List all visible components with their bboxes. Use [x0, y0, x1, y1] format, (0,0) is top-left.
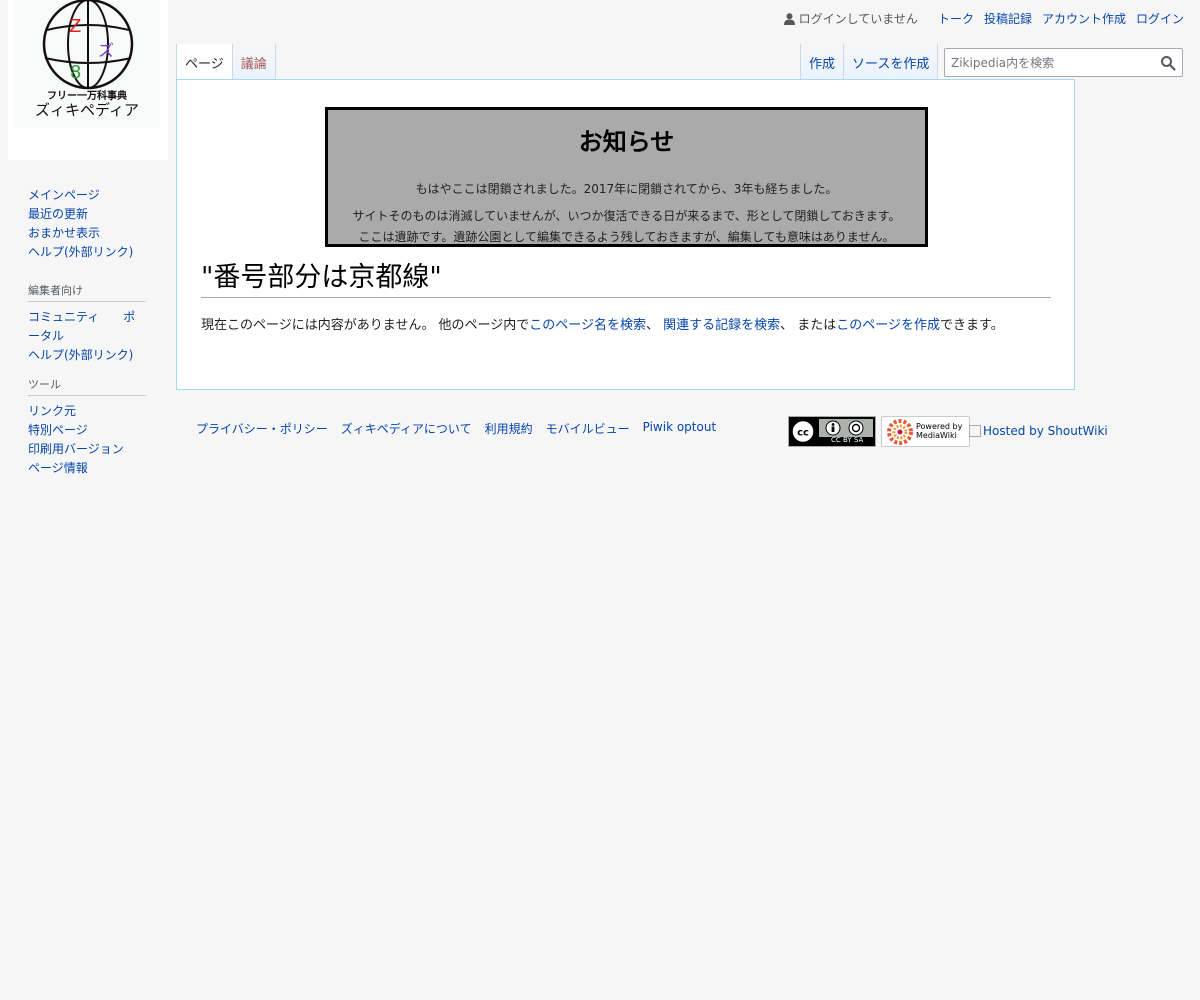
body-text-3: できます。: [940, 318, 1004, 333]
sidebar-item-what-links-here[interactable]: リンク元: [28, 404, 76, 418]
notice-line-1: もはやここは閉鎖されました。2017年に閉鎖されてから、3年も経ちました。: [415, 182, 838, 196]
tab-create-source-label[interactable]: ソースを作成: [852, 53, 929, 72]
user-icon: [783, 12, 795, 25]
hosted-by-shoutwiki[interactable]: Hosted by ShoutWiki: [969, 424, 1108, 438]
sidebar-navigation: メインページ 最近の更新 おまかせ表示 ヘルプ(外部リンク): [28, 186, 146, 262]
sidebar-item-page-info[interactable]: ページ情報: [28, 461, 88, 475]
sidebar-item-main-page[interactable]: メインページ: [28, 188, 100, 202]
sidebar-item-random[interactable]: おまかせ表示: [28, 226, 100, 240]
view-tabs: 作成 ソースを作成: [800, 44, 939, 80]
svg-text:cc: cc: [797, 428, 809, 439]
powered-by-mediawiki-badge[interactable]: Powered by MediaWiki: [881, 416, 970, 447]
anon-status: ログインしていません: [783, 10, 918, 27]
sidebar-item-help[interactable]: ヘルプ(外部リンク): [28, 245, 133, 259]
svg-text:ズ: ズ: [98, 41, 114, 60]
footer-mobile-link[interactable]: モバイルビュー: [546, 420, 630, 437]
search-logs-link[interactable]: 関連する記録を検索: [663, 318, 780, 333]
sidebar-editors: 編集者向け コミュニティ ポータル ヘルプ(外部リンク): [28, 282, 146, 365]
body-sep-1: 、: [645, 318, 664, 333]
search-input[interactable]: [945, 49, 1162, 76]
search-page-name-link[interactable]: このページ名を検索: [529, 318, 646, 333]
cc-by-sa-badge[interactable]: cc CC BY SA: [788, 416, 876, 447]
mediawiki-flower-icon: [887, 419, 913, 445]
sidebar-item-special-pages[interactable]: 特別ページ: [28, 423, 88, 437]
sidebar-item-community-portal[interactable]: コミュニティ ポータル: [28, 310, 135, 343]
svg-text:8: 8: [70, 62, 81, 83]
sidebar-heading-tools: ツール: [28, 376, 146, 396]
tab-talk[interactable]: 議論: [232, 44, 276, 80]
login-link[interactable]: ログイン: [1136, 10, 1184, 27]
tab-create-source[interactable]: ソースを作成: [844, 44, 939, 80]
hosted-by-shoutwiki-link[interactable]: Hosted by ShoutWiki: [983, 424, 1108, 438]
notice-box: お知らせ もはやここは閉鎖されました。2017年に閉鎖されてから、3年も経ちまし…: [325, 107, 928, 247]
footer-privacy-link[interactable]: プライバシー・ポリシー: [196, 420, 328, 437]
search-icon[interactable]: [1160, 55, 1176, 71]
tab-page[interactable]: ページ: [176, 44, 233, 80]
page-title: "番号部分は京都線": [201, 260, 1051, 298]
svg-text:Z: Z: [69, 16, 81, 37]
create-account-link[interactable]: アカウント作成: [1042, 10, 1126, 27]
notice-line-2: サイトそのものは消滅していませんが、いつか復活できる日が来るまで、形として閉鎖し…: [352, 209, 901, 223]
footer-terms-link[interactable]: 利用規約: [485, 420, 533, 437]
footer-about-link[interactable]: ズィキペディアについて: [341, 420, 472, 437]
contributions-link[interactable]: 投稿記録: [984, 10, 1032, 27]
broken-image-icon: [969, 425, 981, 437]
namespace-tabs: ページ 議論: [176, 44, 276, 80]
sidebar-item-help-external[interactable]: ヘルプ(外部リンク): [28, 348, 133, 362]
body-text-1: 現在このページには内容がありません。 他のページ内で: [201, 318, 530, 333]
notice-line-3: ここは遺跡です。遺跡公園として編集できるよう残しておきますが、編集しても意味はあ…: [358, 230, 895, 244]
talk-link[interactable]: トーク: [938, 10, 974, 27]
anon-label: ログインしていません: [798, 12, 918, 26]
page-body: 現在このページには内容がありません。 他のページ内でこのページ名を検索、 関連す…: [201, 315, 1051, 337]
cc-badge-label: CC BY SA: [831, 436, 864, 444]
tab-page-label: ページ: [185, 57, 224, 72]
sidebar-item-recent-changes[interactable]: 最近の更新: [28, 207, 88, 221]
notice-title: お知らせ: [578, 128, 675, 156]
tab-talk-label[interactable]: 議論: [241, 53, 267, 72]
main-content: お知らせ もはやここは閉鎖されました。2017年に閉鎖されてから、3年も経ちまし…: [176, 79, 1075, 390]
sidebar-tools: ツール リンク元 特別ページ 印刷用バージョン ページ情報: [28, 376, 146, 478]
tab-create[interactable]: 作成: [800, 44, 845, 80]
site-logo[interactable]: Z ズ 8 フリー一万科事典 ズィキペディア: [8, 0, 168, 160]
personal-tools: ログインしていません トーク 投稿記録 アカウント作成 ログイン: [783, 10, 1184, 27]
sidebar-item-printable[interactable]: 印刷用バージョン: [28, 442, 124, 456]
logo-name: ズィキペディア: [35, 101, 139, 119]
mediawiki-badge-label: Powered by MediaWiki: [916, 422, 963, 440]
sidebar-heading-editors: 編集者向け: [28, 282, 146, 302]
create-page-link[interactable]: このページを作成: [836, 318, 940, 333]
logo-image: Z ズ 8 フリー一万科事典 ズィキペディア: [14, 0, 160, 128]
body-text-2: 、 または: [780, 318, 837, 333]
search-box: [944, 48, 1183, 77]
tab-create-label[interactable]: 作成: [809, 53, 835, 72]
footer-places: プライバシー・ポリシー ズィキペディアについて 利用規約 モバイルビュー Piw…: [196, 420, 729, 437]
footer-piwik-link[interactable]: Piwik optout: [643, 420, 717, 437]
